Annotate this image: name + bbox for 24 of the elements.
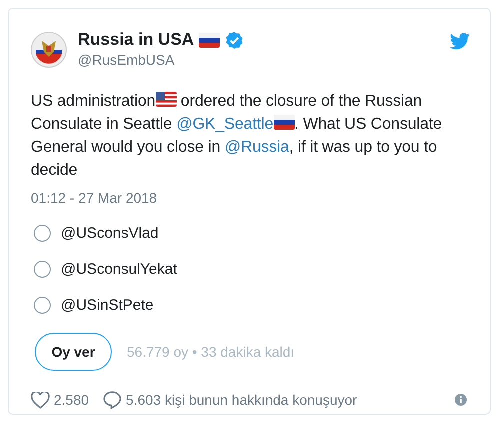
info-icon[interactable] bbox=[455, 394, 467, 406]
emblem-icon bbox=[31, 32, 67, 68]
radio-button[interactable] bbox=[34, 224, 51, 242]
conversation-count[interactable]: 5.603 kişi bunun hakkında konuşuyor bbox=[126, 392, 358, 408]
speech-bubble-icon[interactable] bbox=[103, 391, 122, 409]
poll-option[interactable]: @USconsVlad bbox=[61, 224, 159, 242]
poll-summary: 56.779 oy • 33 dakika kaldı bbox=[127, 344, 295, 360]
heart-icon[interactable] bbox=[31, 392, 50, 408]
radio-button[interactable] bbox=[34, 296, 51, 314]
poll-option[interactable]: @USconsulYekat bbox=[61, 260, 178, 278]
account-name[interactable]: Russia in USA bbox=[78, 29, 194, 51]
vote-button[interactable]: Oy ver bbox=[35, 333, 112, 371]
flag-icon bbox=[199, 32, 220, 48]
flag-icon bbox=[156, 92, 177, 107]
flag-icon bbox=[274, 115, 295, 130]
like-count: 2.580 bbox=[54, 392, 90, 408]
mention-link[interactable]: @GK_Seattle bbox=[176, 116, 274, 133]
poll-option[interactable]: @USinStPete bbox=[61, 296, 154, 314]
bird-icon[interactable] bbox=[450, 33, 470, 50]
timestamp[interactable]: 01:12 - 27 Mar 2018 bbox=[31, 190, 470, 206]
mention-link[interactable]: @Russia bbox=[224, 139, 290, 156]
tweet-text: US administration ordered the closure of the Russian Consulate in Seattle @GK_Seattle . What US Consulate General would you close in @Russia, if it was up to you to decide bbox=[31, 91, 444, 181]
account-handle[interactable]: @RusEmbUSA bbox=[78, 51, 244, 69]
radio-button[interactable] bbox=[34, 260, 51, 278]
